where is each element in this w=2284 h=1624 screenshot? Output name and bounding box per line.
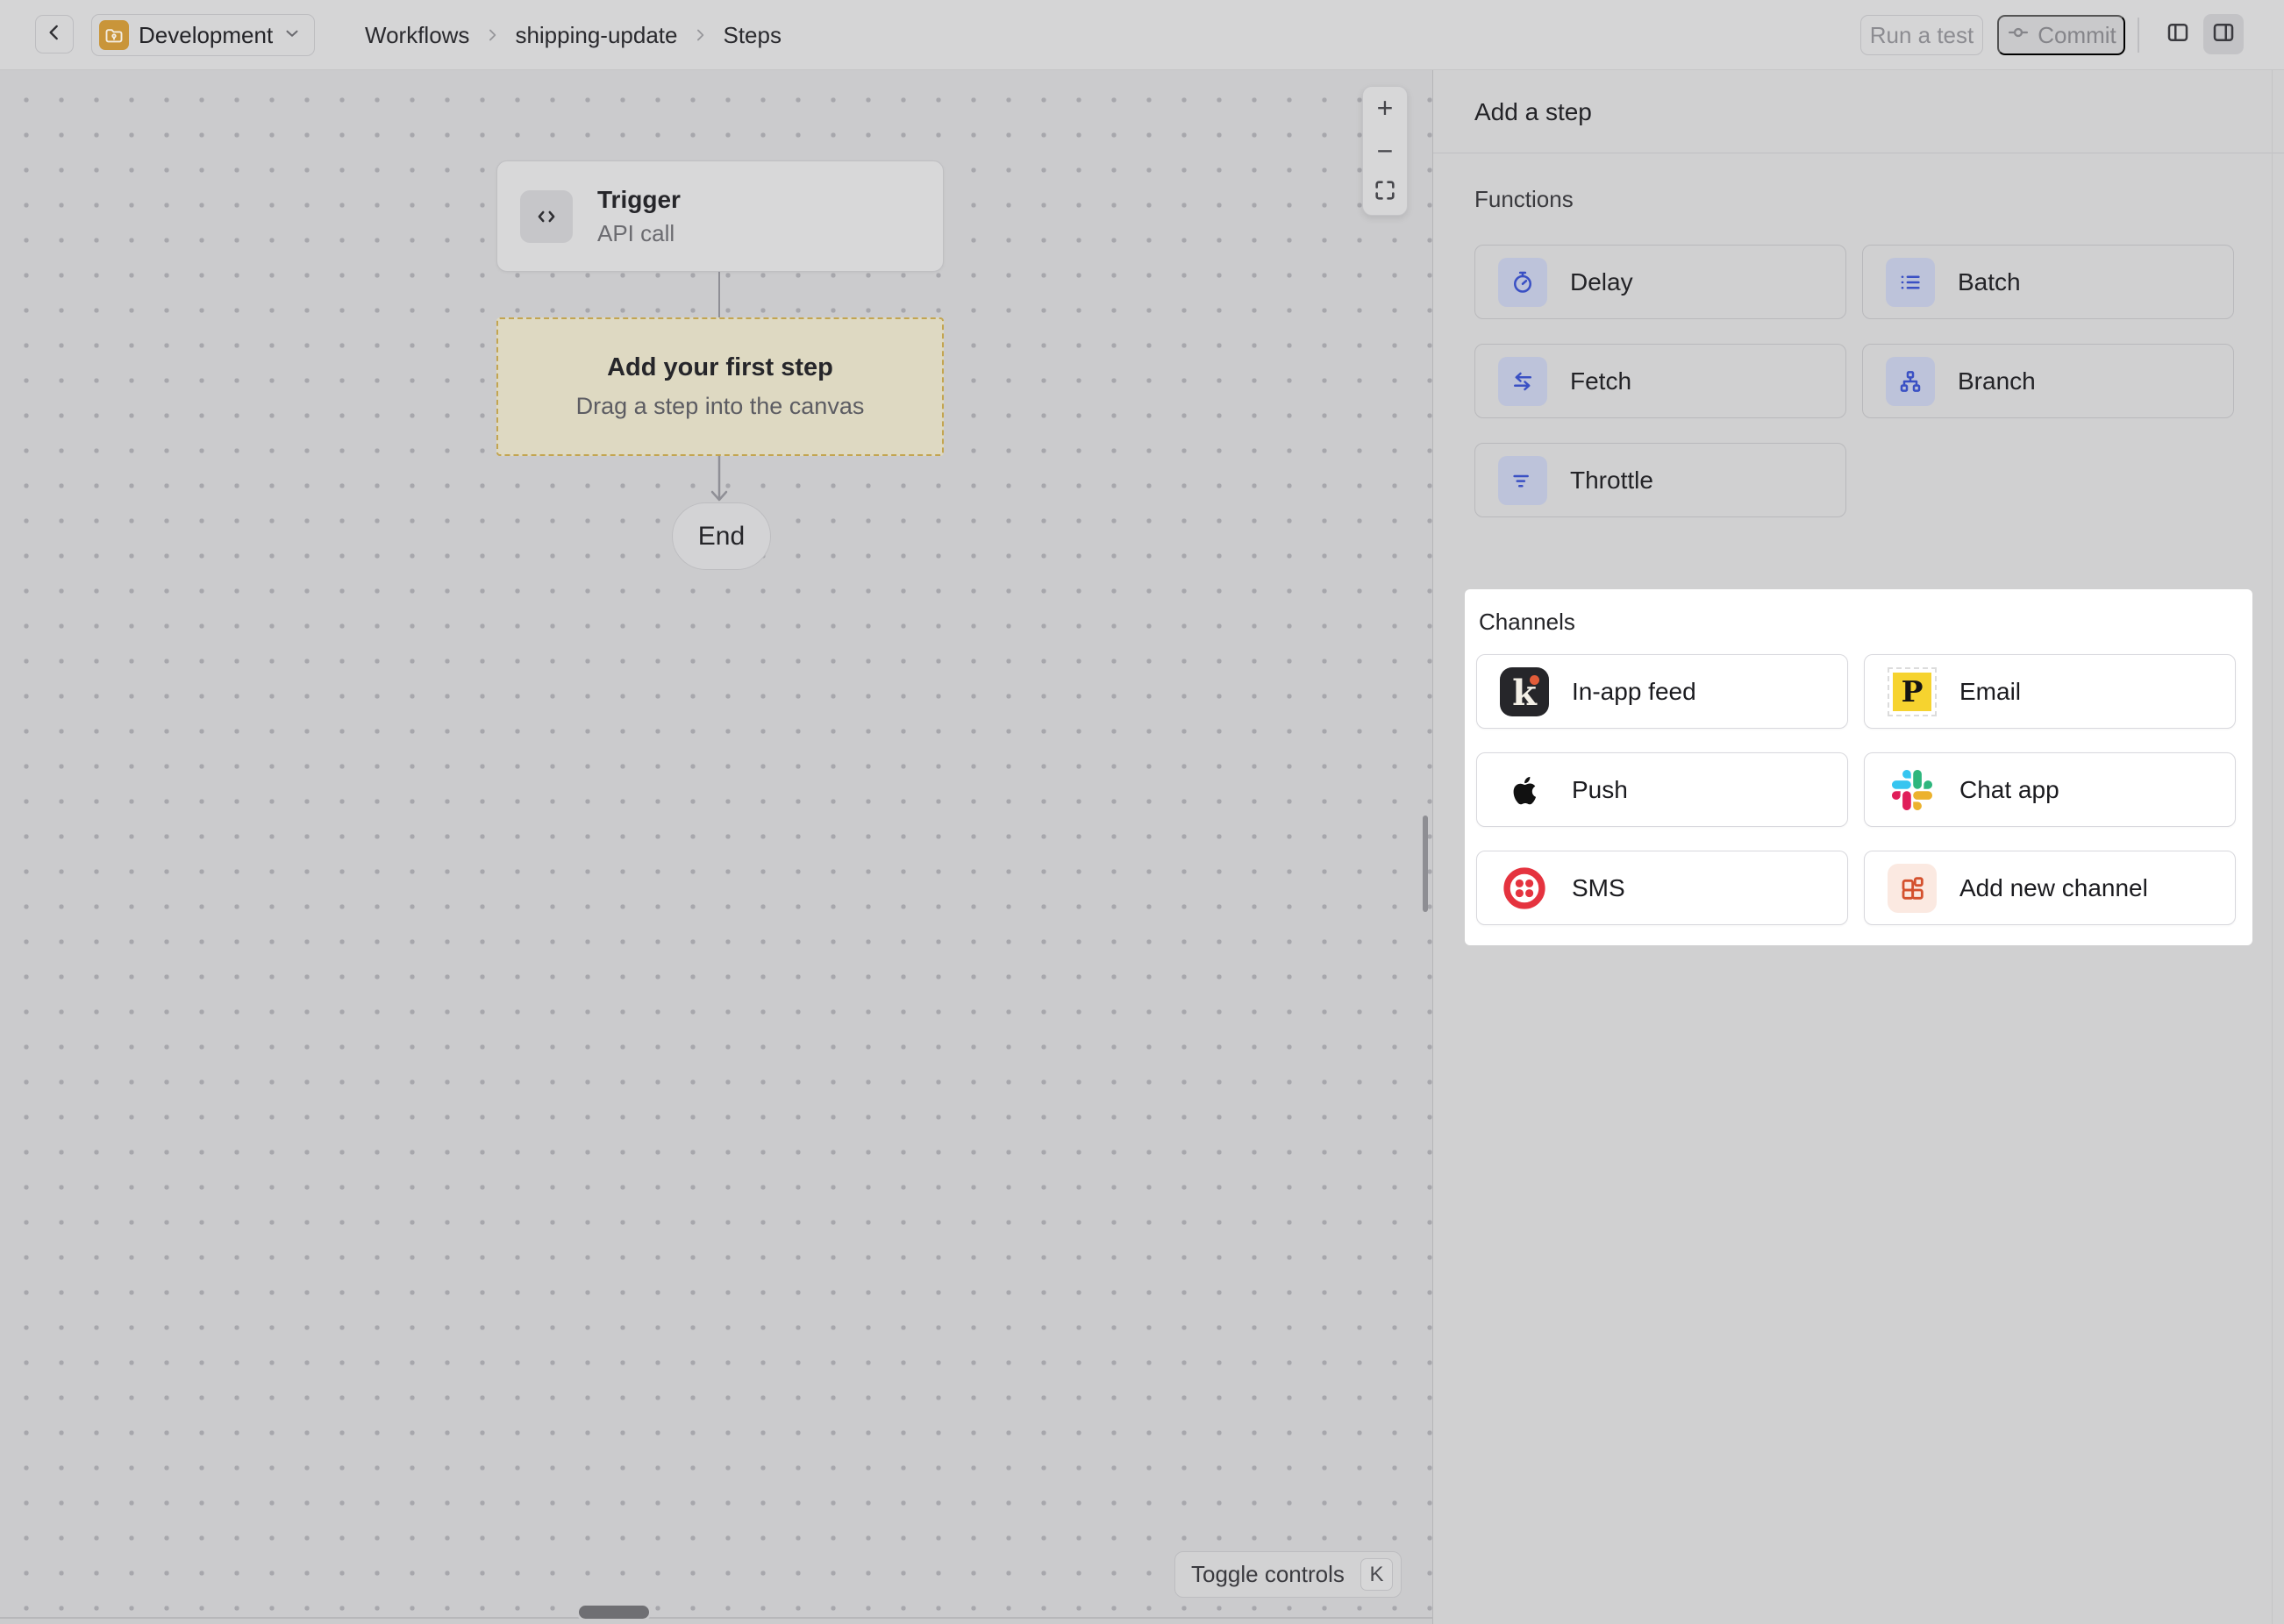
fit-view-button[interactable] bbox=[1363, 172, 1407, 215]
postmark-logo-icon: P bbox=[1888, 667, 1937, 716]
workflow-editor-app: Development Workflows shipping-update St… bbox=[0, 0, 2284, 1624]
breadcrumb-steps: Steps bbox=[723, 22, 782, 49]
toggle-left-panel-button[interactable] bbox=[2158, 14, 2198, 54]
topbar: Development Workflows shipping-update St… bbox=[0, 0, 2284, 70]
commit-label: Commit bbox=[2038, 22, 2116, 49]
topbar-divider bbox=[2138, 18, 2139, 53]
fit-view-icon bbox=[1373, 177, 1397, 210]
chevron-down-icon bbox=[282, 24, 302, 47]
toggle-controls-label: Toggle controls bbox=[1191, 1561, 1345, 1588]
twilio-logo-icon bbox=[1500, 864, 1549, 913]
edge-placeholder-to-end bbox=[705, 456, 733, 508]
swap-arrows-icon bbox=[1498, 357, 1547, 406]
function-delay[interactable]: Delay bbox=[1474, 245, 1846, 319]
zoom-in-button[interactable]: + bbox=[1363, 87, 1407, 130]
code-icon bbox=[520, 190, 573, 243]
panel-left-icon bbox=[2165, 19, 2191, 50]
sidebar-title: Add a step bbox=[1474, 98, 1592, 126]
run-test-button[interactable]: Run a test bbox=[1860, 15, 1983, 55]
dropzone-title: Add your first step bbox=[607, 353, 833, 382]
sidebar-scroll-track bbox=[2272, 70, 2273, 1624]
chevron-left-icon bbox=[43, 21, 66, 48]
back-button[interactable] bbox=[35, 15, 74, 53]
git-commit-icon bbox=[2006, 20, 2031, 51]
channels-grid: k In-app feed P Email bbox=[1476, 654, 2236, 925]
add-first-step-dropzone[interactable]: Add your first step Drag a step into the… bbox=[496, 317, 944, 456]
channel-label: SMS bbox=[1572, 874, 1625, 902]
canvas-vertical-scrollbar[interactable] bbox=[1423, 816, 1428, 912]
channel-email[interactable]: P Email bbox=[1864, 654, 2236, 729]
chevron-right-icon bbox=[691, 26, 709, 44]
breadcrumb-workflow-name[interactable]: shipping-update bbox=[515, 22, 677, 49]
workflow-canvas[interactable]: Trigger API call Add your first step Dra… bbox=[0, 70, 1432, 1624]
trigger-node-subtitle: API call bbox=[597, 220, 681, 247]
functions-grid: Delay Batch Fetch Branch bbox=[1474, 245, 2234, 517]
hierarchy-icon bbox=[1886, 357, 1935, 406]
canvas-horizontal-scrollbar[interactable] bbox=[579, 1606, 649, 1619]
end-node-label: End bbox=[698, 522, 745, 552]
knock-logo-icon: k bbox=[1500, 667, 1549, 716]
breadcrumb-workflows[interactable]: Workflows bbox=[365, 22, 469, 49]
function-fetch[interactable]: Fetch bbox=[1474, 344, 1846, 418]
postmark-monogram: P bbox=[1902, 674, 1924, 709]
function-branch[interactable]: Branch bbox=[1862, 344, 2234, 418]
list-icon bbox=[1886, 258, 1935, 307]
toggle-right-panel-button[interactable] bbox=[2203, 14, 2244, 54]
toggle-controls-button[interactable]: Toggle controls K bbox=[1174, 1551, 1402, 1598]
channel-label: Chat app bbox=[1959, 776, 2059, 804]
function-label: Delay bbox=[1570, 268, 1633, 296]
channel-add-new[interactable]: Add new channel bbox=[1864, 851, 2236, 925]
functions-section-label: Functions bbox=[1474, 186, 1574, 213]
channel-label: Add new channel bbox=[1959, 874, 2148, 902]
stopwatch-icon bbox=[1498, 258, 1547, 307]
channels-section-label: Channels bbox=[1479, 609, 1575, 636]
function-batch[interactable]: Batch bbox=[1862, 245, 2234, 319]
zoom-controls: + − bbox=[1362, 86, 1408, 216]
zoom-out-button[interactable]: − bbox=[1363, 130, 1407, 173]
channels-spotlight-panel: Channels k In-app feed P bbox=[1465, 589, 2252, 945]
channel-push[interactable]: Push bbox=[1476, 752, 1848, 827]
apple-logo-icon bbox=[1500, 766, 1549, 815]
shortcut-key-badge: K bbox=[1360, 1558, 1393, 1591]
canvas-horizontal-scroll-track bbox=[0, 1617, 1432, 1619]
commit-button[interactable]: Commit bbox=[1997, 15, 2125, 55]
panel-right-icon bbox=[2210, 19, 2237, 50]
environment-label: Development bbox=[139, 22, 273, 49]
channel-label: Push bbox=[1572, 776, 1628, 804]
function-throttle[interactable]: Throttle bbox=[1474, 443, 1846, 517]
folder-lock-icon bbox=[99, 20, 129, 50]
chevron-right-icon bbox=[483, 26, 501, 44]
channel-in-app-feed[interactable]: k In-app feed bbox=[1476, 654, 1848, 729]
channel-label: Email bbox=[1959, 678, 2021, 706]
function-label: Batch bbox=[1958, 268, 2021, 296]
function-label: Fetch bbox=[1570, 367, 1631, 395]
blocks-icon bbox=[1888, 864, 1937, 913]
dropzone-subtitle: Drag a step into the canvas bbox=[576, 393, 865, 420]
slack-logo-icon bbox=[1888, 766, 1937, 815]
knock-dot bbox=[1530, 675, 1539, 685]
add-step-sidebar: Add a step Functions Delay Batch Fetch bbox=[1432, 70, 2284, 1624]
edge-trigger-to-placeholder bbox=[718, 272, 720, 317]
trigger-node-title: Trigger bbox=[597, 186, 681, 214]
environment-selector[interactable]: Development bbox=[91, 14, 315, 56]
channel-label: In-app feed bbox=[1572, 678, 1696, 706]
throttle-lines-icon bbox=[1498, 456, 1547, 505]
end-node[interactable]: End bbox=[672, 502, 771, 570]
function-label: Throttle bbox=[1570, 467, 1653, 495]
trigger-node[interactable]: Trigger API call bbox=[496, 160, 944, 272]
channel-sms[interactable]: SMS bbox=[1476, 851, 1848, 925]
function-label: Branch bbox=[1958, 367, 2036, 395]
channel-chat-app[interactable]: Chat app bbox=[1864, 752, 2236, 827]
breadcrumb: Workflows shipping-update Steps bbox=[365, 0, 782, 70]
